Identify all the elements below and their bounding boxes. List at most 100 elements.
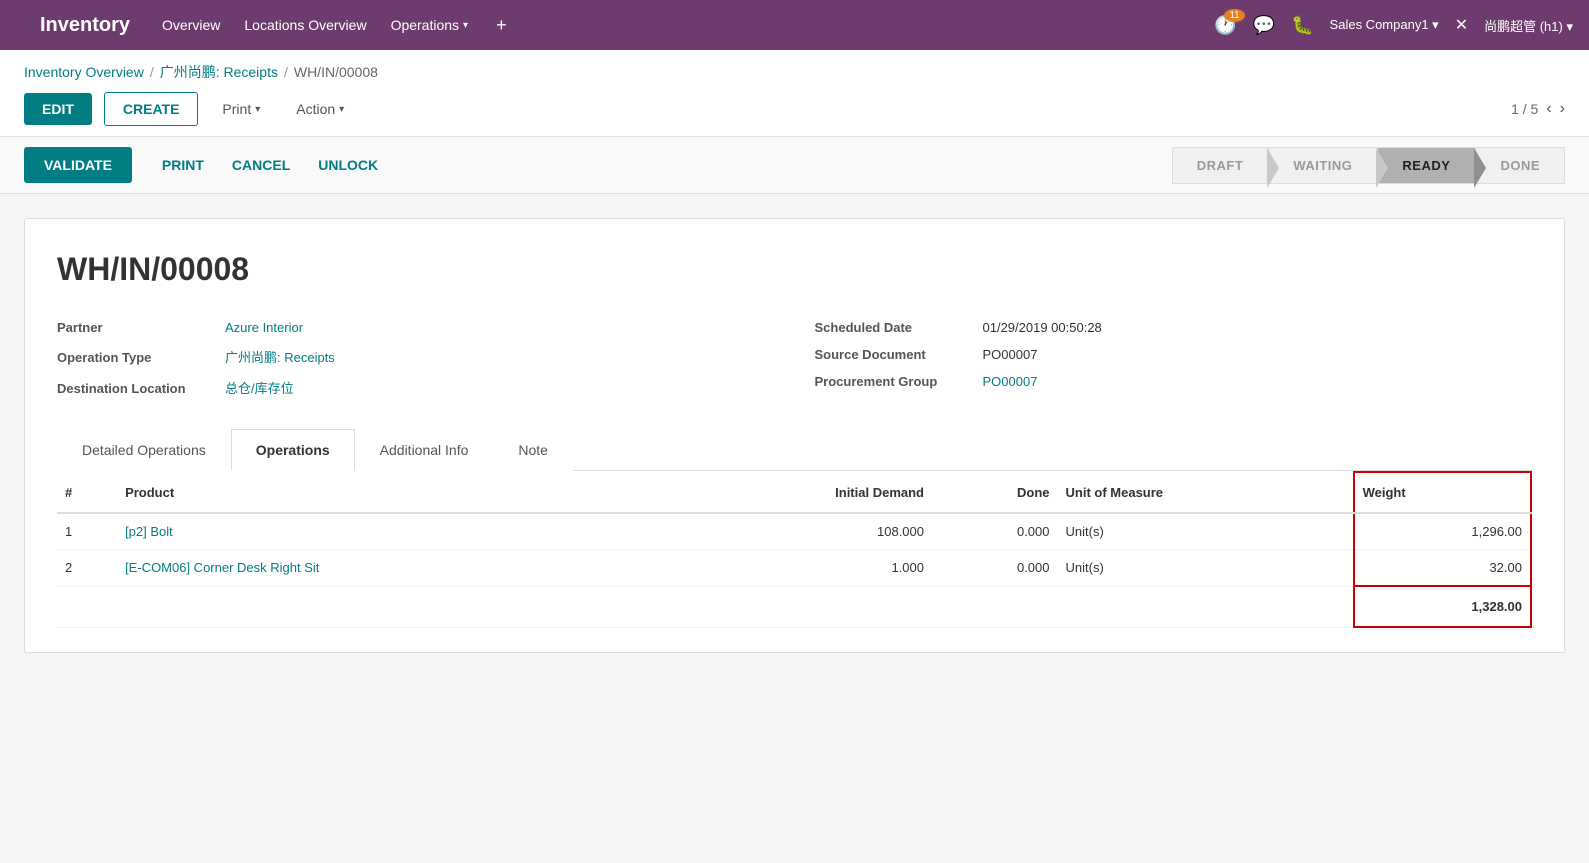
breadcrumb-sep-1: /: [150, 64, 154, 80]
pipeline-waiting[interactable]: WAITING: [1268, 147, 1377, 184]
top-navigation: ⁤ Inventory Overview Locations Overview …: [0, 0, 1589, 50]
chat-icon[interactable]: 💬: [1253, 15, 1275, 36]
status-bar: VALIDATE PRINT CANCEL UNLOCK DRAFT WAITI…: [0, 137, 1589, 194]
tab-note[interactable]: Note: [493, 429, 573, 471]
col-header-num: #: [57, 472, 117, 513]
cell-initial-demand-0: 108.000: [661, 513, 932, 550]
user-menu[interactable]: 尚鹏超管 (h1) ▾: [1484, 16, 1573, 35]
procurement-group-value[interactable]: PO00007: [983, 374, 1038, 389]
breadcrumb: Inventory Overview / 广州尚鹏: Receipts / WH…: [0, 50, 1589, 82]
cell-num-1: 2: [57, 550, 117, 587]
table-row: 2 [E-COM06] Corner Desk Right Sit 1.000 …: [57, 550, 1531, 587]
table-header-row: # Product Initial Demand Done Unit of Me…: [57, 472, 1531, 513]
col-header-done: Done: [932, 472, 1058, 513]
pagination-controls: 1 / 5 ‹ ›: [1511, 100, 1565, 118]
pagination-text: 1 / 5: [1511, 101, 1538, 117]
breadcrumb-inventory-overview[interactable]: Inventory Overview: [24, 64, 144, 80]
col-header-weight: Weight: [1354, 472, 1531, 513]
bug-icon[interactable]: 🐛: [1291, 15, 1313, 36]
breadcrumb-current: WH/IN/00008: [294, 64, 378, 80]
nav-locations-overview[interactable]: Locations Overview: [244, 17, 366, 33]
footer-empty-1: [57, 586, 117, 627]
fields-grid: Partner Azure Interior Operation Type 广州…: [57, 320, 1532, 397]
scheduled-date-field-row: Scheduled Date 01/29/2019 00:50:28: [815, 320, 1533, 335]
action-button[interactable]: Action ▾: [284, 93, 356, 125]
footer-weight-total: 1,328.00: [1354, 586, 1531, 627]
status-actions: VALIDATE PRINT CANCEL UNLOCK: [24, 137, 392, 193]
cell-done-0: 0.000: [932, 513, 1058, 550]
cell-unit-1: Unit(s): [1058, 550, 1354, 587]
status-pipeline: DRAFT WAITING READY DONE: [1172, 147, 1565, 184]
partner-value[interactable]: Azure Interior: [225, 320, 303, 335]
main-content: WH/IN/00008 Partner Azure Interior Opera…: [0, 194, 1589, 794]
record-card: WH/IN/00008 Partner Azure Interior Opera…: [24, 218, 1565, 653]
scheduled-date-value: 01/29/2019 00:50:28: [983, 320, 1102, 335]
print-button[interactable]: Print ▾: [210, 93, 272, 125]
operation-type-label: Operation Type: [57, 350, 217, 365]
cell-product-0[interactable]: [p2] Bolt: [117, 513, 661, 550]
footer-empty-4: [932, 586, 1058, 627]
col-header-unit: Unit of Measure: [1058, 472, 1354, 513]
procurement-group-field-row: Procurement Group PO00007: [815, 374, 1533, 389]
cell-weight-1: 32.00: [1354, 550, 1531, 587]
footer-empty-2: [117, 586, 661, 627]
company-selector[interactable]: Sales Company1 ▾: [1330, 17, 1439, 33]
nav-operations-link[interactable]: Operations: [391, 17, 459, 33]
top-nav-right: 🕐 11 💬 🐛 Sales Company1 ▾ ✕ 尚鹏超管 (h1) ▾: [1214, 15, 1573, 36]
add-button[interactable]: +: [496, 15, 507, 36]
create-button[interactable]: CREATE: [104, 92, 199, 126]
tabs-bar: Detailed Operations Operations Additiona…: [57, 429, 1532, 471]
pipeline-ready[interactable]: READY: [1377, 147, 1475, 184]
tab-detailed-operations[interactable]: Detailed Operations: [57, 429, 231, 471]
cancel-button[interactable]: CANCEL: [218, 147, 304, 183]
table-row: 1 [p2] Bolt 108.000 0.000 Unit(s) 1,296.…: [57, 513, 1531, 550]
nav-operations[interactable]: Operations ▾: [391, 17, 469, 33]
operations-dropdown-arrow: ▾: [463, 20, 468, 31]
operation-type-field-row: Operation Type 广州尚鹏: Receipts: [57, 347, 775, 366]
operations-table: # Product Initial Demand Done Unit of Me…: [57, 471, 1532, 628]
partner-label: Partner: [57, 320, 217, 335]
unlock-button[interactable]: UNLOCK: [304, 147, 392, 183]
clock-badge-wrap[interactable]: 🕐 11: [1214, 15, 1236, 36]
source-document-label: Source Document: [815, 347, 975, 362]
destination-location-label: Destination Location: [57, 381, 217, 396]
source-document-value: PO00007: [983, 347, 1038, 362]
col-header-product: Product: [117, 472, 661, 513]
notification-badge: 11: [1224, 9, 1244, 22]
source-document-field-row: Source Document PO00007: [815, 347, 1533, 362]
breadcrumb-receipts[interactable]: 广州尚鹏: Receipts: [160, 62, 278, 82]
print-status-button[interactable]: PRINT: [148, 147, 218, 183]
action-label: Action: [296, 101, 335, 117]
close-button[interactable]: ✕: [1455, 15, 1468, 35]
breadcrumb-sep-2: /: [284, 64, 288, 80]
prev-record-button[interactable]: ‹: [1546, 100, 1551, 118]
cell-num-0: 1: [57, 513, 117, 550]
footer-empty-5: [1058, 586, 1354, 627]
scheduled-date-label: Scheduled Date: [815, 320, 975, 335]
destination-location-value[interactable]: 总仓/库存位: [225, 378, 294, 397]
nav-overview[interactable]: Overview: [162, 17, 220, 33]
partner-field-row: Partner Azure Interior: [57, 320, 775, 335]
validate-button[interactable]: VALIDATE: [24, 147, 132, 183]
cell-product-1[interactable]: [E-COM06] Corner Desk Right Sit: [117, 550, 661, 587]
destination-location-field-row: Destination Location 总仓/库存位: [57, 378, 775, 397]
cell-weight-0: 1,296.00: [1354, 513, 1531, 550]
operation-type-value[interactable]: 广州尚鹏: Receipts: [225, 347, 335, 366]
record-title: WH/IN/00008: [57, 251, 1532, 288]
procurement-group-label: Procurement Group: [815, 374, 975, 389]
next-record-button[interactable]: ›: [1560, 100, 1565, 118]
cell-unit-0: Unit(s): [1058, 513, 1354, 550]
pipeline-draft[interactable]: DRAFT: [1172, 147, 1269, 184]
pipeline-done[interactable]: DONE: [1475, 147, 1565, 184]
footer-empty-3: [661, 586, 932, 627]
tab-operations[interactable]: Operations: [231, 429, 355, 471]
tab-additional-info[interactable]: Additional Info: [355, 429, 494, 471]
print-dropdown-icon: ▾: [255, 104, 260, 115]
cell-initial-demand-1: 1.000: [661, 550, 932, 587]
app-title: Inventory: [40, 14, 130, 37]
table-footer-row: 1,328.00: [57, 586, 1531, 627]
print-label: Print: [222, 101, 251, 117]
cell-done-1: 0.000: [932, 550, 1058, 587]
edit-button[interactable]: EDIT: [24, 93, 92, 125]
action-dropdown-icon: ▾: [339, 104, 344, 115]
